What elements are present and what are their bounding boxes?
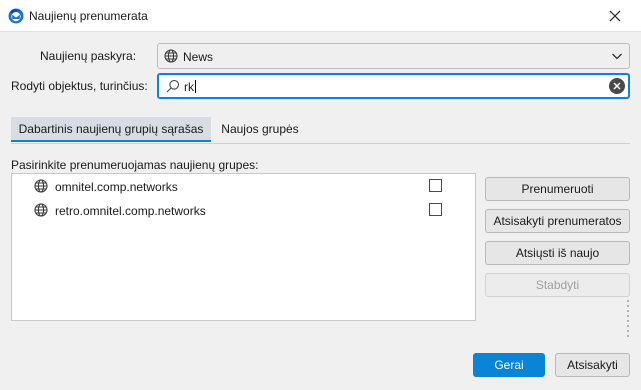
stop-button[interactable]: Stabdyti <box>485 273 630 297</box>
clear-filter-button[interactable] <box>609 78 625 94</box>
filter-input[interactable]: rk <box>157 73 630 99</box>
subscribe-button[interactable]: Prenumeruoti <box>485 177 630 201</box>
subscribe-checkbox[interactable] <box>429 179 442 192</box>
cancel-button[interactable]: Atsisakyti <box>555 353 630 377</box>
search-icon <box>166 79 180 96</box>
account-label: Naujienų paskyra: <box>40 49 137 63</box>
subscribe-checkbox[interactable] <box>429 203 442 216</box>
close-button[interactable] <box>604 5 626 27</box>
account-select-value: News <box>183 50 214 64</box>
globe-icon <box>34 179 48 196</box>
refresh-button[interactable]: Atsiųsti iš naujo <box>485 241 630 265</box>
newsgroup-name: retro.omnitel.comp.networks <box>55 204 206 218</box>
filter-input-text: rk <box>184 80 196 94</box>
list-item[interactable]: retro.omnitel.comp.networks <box>12 199 475 223</box>
list-heading: Pasirinkite prenumeruojamas naujienų gru… <box>11 158 259 172</box>
account-select[interactable]: News <box>157 43 630 69</box>
globe-icon <box>164 49 178 66</box>
tab-divider <box>11 143 630 144</box>
thunderbird-icon <box>8 8 24 24</box>
tab-current-groups[interactable]: Dabartinis naujienų grupių sąrašas <box>11 117 211 142</box>
tab-new-groups[interactable]: Naujos grupės <box>212 117 308 142</box>
filter-label: Rodyti objektus, turinčius: <box>11 79 148 93</box>
newsgroup-name: omnitel.comp.networks <box>55 180 178 194</box>
unsubscribe-button[interactable]: Atsisakyti prenumeratos <box>485 209 630 233</box>
title-bar: Naujienų prenumerata <box>0 0 641 32</box>
list-item[interactable]: omnitel.comp.networks <box>12 175 475 199</box>
close-icon <box>609 10 621 22</box>
newsgroup-list[interactable]: omnitel.comp.networks retro.omnitel.comp… <box>11 173 476 321</box>
resize-grip[interactable] <box>627 300 630 340</box>
chevron-down-icon <box>611 50 623 65</box>
window-title: Naujienų prenumerata <box>29 9 148 23</box>
globe-icon <box>34 203 48 220</box>
clear-icon <box>613 82 621 90</box>
ok-button[interactable]: Gerai <box>473 353 545 377</box>
